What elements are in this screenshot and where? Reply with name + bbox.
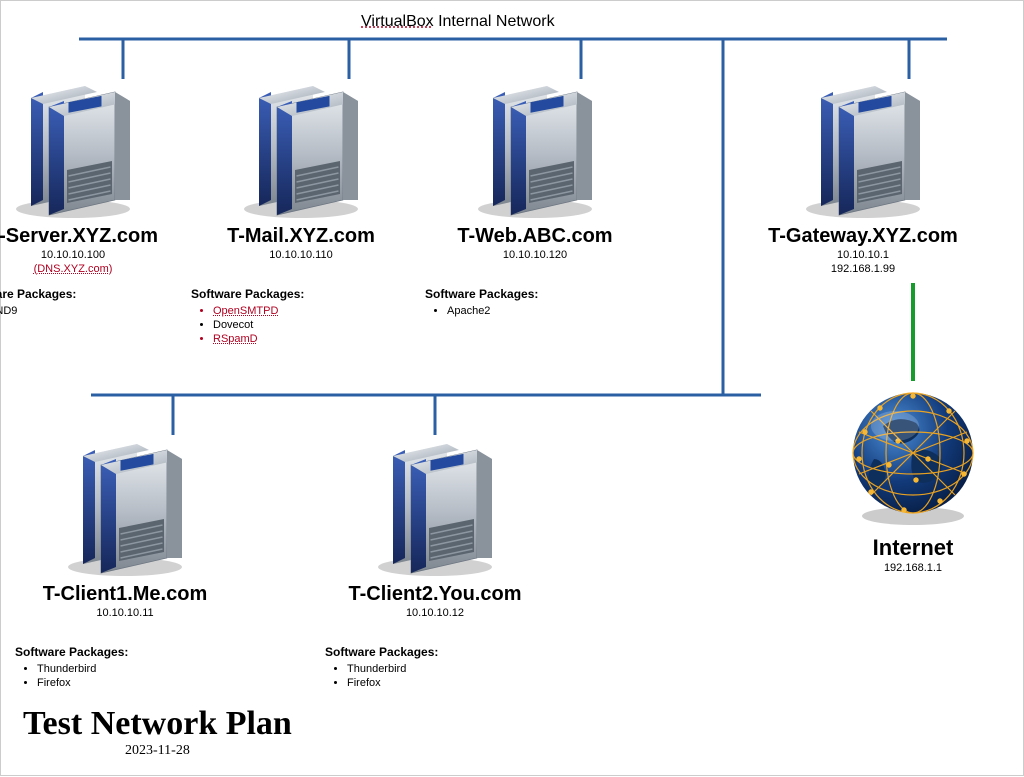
- node-ip: 10.10.10.120: [425, 248, 645, 262]
- software-packages-label: Software Packages:: [15, 645, 128, 659]
- server-icon: [753, 71, 973, 221]
- diagram-date: 2023-11-28: [23, 743, 292, 759]
- node-title: T-Web.ABC.com: [425, 225, 645, 248]
- software-packages-list: ThunderbirdFirefox: [37, 662, 235, 690]
- diagram-canvas: VirtualBox Internal Network: [0, 0, 1024, 776]
- internet-title: Internet: [813, 535, 1013, 561]
- software-package-item: RSpamD: [213, 332, 411, 346]
- bus-label-pre: VirtualBox: [361, 13, 434, 30]
- node-ip: 10.10.10.11: [15, 606, 235, 620]
- software-packages-list: ThunderbirdFirefox: [347, 662, 545, 690]
- software-packages: Software Packages: ThunderbirdFirefox: [325, 645, 545, 690]
- software-packages-label: Software Packages:: [325, 645, 438, 659]
- software-packages: Software Packages: ThunderbirdFirefox: [15, 645, 235, 690]
- software-package-item: Apache2: [447, 304, 645, 318]
- software-packages: Software Packages: Apache2: [425, 287, 645, 318]
- node-T-Server.XYZ.com: T-Server.XYZ.com10.10.10.100(DNS.XYZ.com…: [0, 71, 183, 276]
- node-T-Mail.XYZ.com: T-Mail.XYZ.com10.10.10.110: [191, 71, 411, 262]
- node-T-Web.ABC.com: T-Web.ABC.com10.10.10.120: [425, 71, 645, 262]
- server-icon: [325, 429, 545, 579]
- software-package-item: Firefox: [37, 676, 235, 690]
- diagram-title: Test Network Plan: [23, 705, 292, 743]
- software-packages: Software Packages: OpenSMTPDDovecotRSpamD: [191, 287, 411, 346]
- software-package-item: Dovecot: [213, 318, 411, 332]
- diagram-title-block: Test Network Plan 2023-11-28: [23, 705, 292, 759]
- bus-label-post: Internal Network: [434, 13, 555, 30]
- node-T-Gateway.XYZ.com: T-Gateway.XYZ.com10.10.10.1192.168.1.99: [753, 71, 973, 276]
- server-icon: [191, 71, 411, 221]
- server-icon: [15, 429, 235, 579]
- node-title: T-Mail.XYZ.com: [191, 225, 411, 248]
- node-T-Client2.You.com: T-Client2.You.com10.10.10.12: [325, 429, 545, 620]
- software-packages-list: Apache2: [447, 304, 645, 318]
- software-packages-list: BIND9: [0, 304, 183, 318]
- software-packages-label: Software Packages:: [191, 287, 304, 301]
- software-packages-label: Software Packages:: [425, 287, 538, 301]
- node-title: T-Server.XYZ.com: [0, 225, 183, 248]
- node-T-Client1.Me.com: T-Client1.Me.com10.10.10.11: [15, 429, 235, 620]
- software-packages: Software Packages: BIND9: [0, 287, 183, 318]
- node-title: T-Gateway.XYZ.com: [753, 225, 973, 248]
- node-title: T-Client1.Me.com: [15, 583, 235, 606]
- software-package-item: OpenSMTPD: [213, 304, 411, 318]
- node-ip: 10.10.10.12: [325, 606, 545, 620]
- internet-icon: [813, 381, 1013, 531]
- node-ip-secondary: 192.168.1.99: [753, 262, 973, 276]
- node-ip: 10.10.10.100: [0, 248, 183, 262]
- software-package-item: Firefox: [347, 676, 545, 690]
- node-ip: 10.10.10.1: [753, 248, 973, 262]
- node-internet: Internet 192.168.1.1: [813, 381, 1013, 575]
- node-ip-secondary: (DNS.XYZ.com): [0, 262, 183, 276]
- software-package-item: BIND9: [0, 304, 183, 318]
- software-package-item: Thunderbird: [347, 662, 545, 676]
- internet-ip: 192.168.1.1: [813, 561, 1013, 575]
- node-ip: 10.10.10.110: [191, 248, 411, 262]
- node-title: T-Client2.You.com: [325, 583, 545, 606]
- software-packages-list: OpenSMTPDDovecotRSpamD: [213, 304, 411, 346]
- software-packages-label: Software Packages:: [0, 287, 76, 301]
- server-icon: [0, 71, 183, 221]
- software-package-item: Thunderbird: [37, 662, 235, 676]
- server-icon: [425, 71, 645, 221]
- bus-label: VirtualBox Internal Network: [361, 13, 555, 31]
